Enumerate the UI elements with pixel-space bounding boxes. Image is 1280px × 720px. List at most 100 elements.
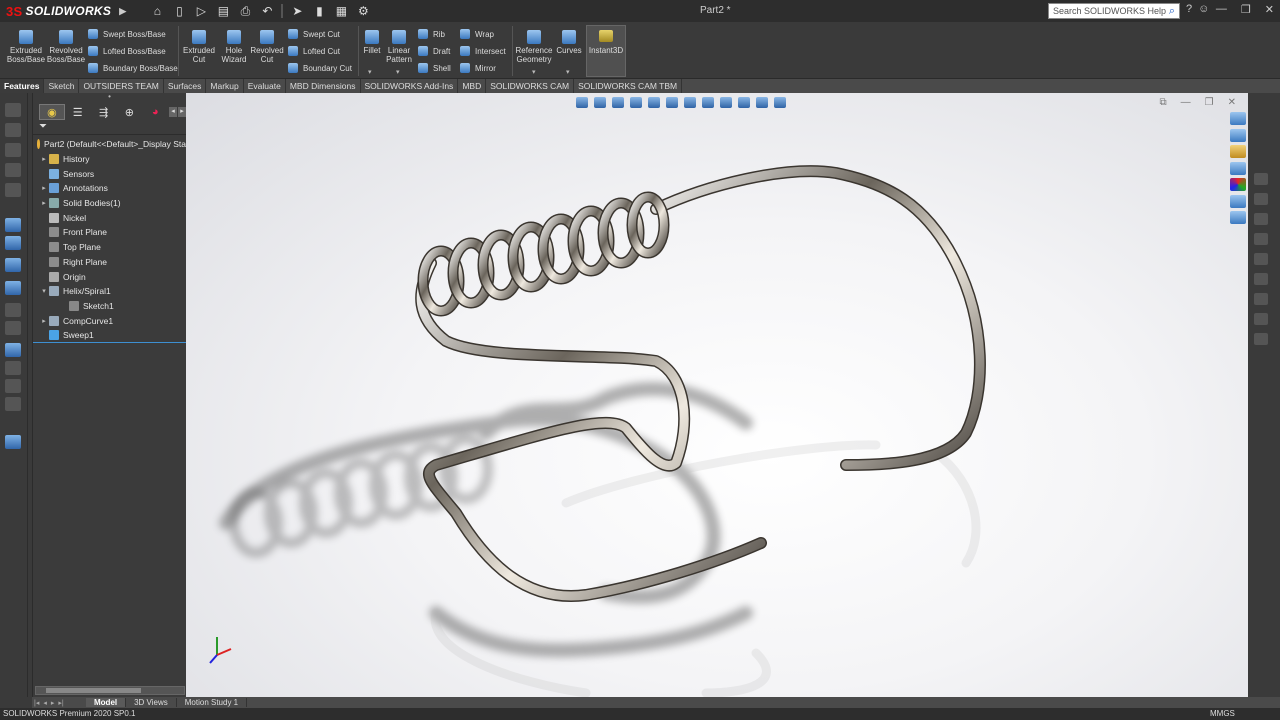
extruded-cut-button[interactable]: Extruded Cut xyxy=(182,30,216,64)
swept-cut-button[interactable]: Swept Cut xyxy=(288,29,340,39)
tree-item-top-plane[interactable]: Top Plane xyxy=(33,240,186,255)
tool-icon[interactable] xyxy=(5,321,21,335)
revolved-cut-button[interactable]: Revolved Cut xyxy=(250,30,284,64)
tree-item-origin[interactable]: Origin xyxy=(33,269,186,284)
save-icon[interactable]: ▤ xyxy=(212,4,234,18)
revolved-boss-button[interactable]: Revolved Boss/Base xyxy=(46,30,86,64)
display-manager-tab-icon[interactable]: ◕ xyxy=(142,104,168,120)
tool-icon[interactable] xyxy=(5,218,21,232)
tab-outsiders-team[interactable]: OUTSIDERS TEAM xyxy=(79,79,164,93)
swept-boss-button[interactable]: Swept Boss/Base xyxy=(88,29,166,39)
tab-surfaces[interactable]: Surfaces xyxy=(164,79,207,93)
tool-icon[interactable] xyxy=(5,183,21,197)
tool-icon[interactable] xyxy=(1254,193,1268,205)
tool-icon[interactable] xyxy=(1254,253,1268,265)
reference-geometry-button[interactable]: Reference Geometry xyxy=(514,30,554,64)
open-icon[interactable]: ▷ xyxy=(190,4,212,18)
boundary-boss-button[interactable]: Boundary Boss/Base xyxy=(88,63,178,73)
fillet-dropdown-icon[interactable]: ▾ xyxy=(368,68,372,76)
boundary-cut-button[interactable]: Boundary Cut xyxy=(288,63,352,73)
search-icon[interactable]: ⌕ xyxy=(1169,5,1175,18)
tool-icon[interactable] xyxy=(5,343,21,357)
tool-icon[interactable] xyxy=(5,163,21,177)
configuration-manager-tab-icon[interactable]: ⇶ xyxy=(91,104,117,120)
reference-dropdown-icon[interactable]: ▾ xyxy=(532,68,536,76)
curves-dropdown-icon[interactable]: ▾ xyxy=(566,68,570,76)
panel-grip-icon[interactable]: • xyxy=(33,93,186,103)
tool-icon[interactable] xyxy=(1254,273,1268,285)
tree-item-solid-bodies-1[interactable]: ▸ Solid Bodies(1) xyxy=(33,196,186,211)
tree-item-front-plane[interactable]: Front Plane xyxy=(33,225,186,240)
tool-icon[interactable] xyxy=(1254,213,1268,225)
linear-pattern-button[interactable]: Linear Pattern xyxy=(384,30,414,64)
expand-arrow-icon[interactable]: ▸ xyxy=(39,199,49,207)
tool-icon[interactable] xyxy=(5,258,21,272)
home-icon[interactable]: ⌂ xyxy=(146,4,168,18)
tool-icon[interactable] xyxy=(1254,313,1268,325)
next-tab-icon[interactable]: ▸ xyxy=(51,699,55,707)
select-icon[interactable]: ➤ xyxy=(286,4,308,18)
tool-icon[interactable] xyxy=(1254,233,1268,245)
tool-icon[interactable] xyxy=(5,361,21,375)
draft-button[interactable]: Draft xyxy=(418,46,450,56)
extruded-boss-button[interactable]: Extruded Boss/Base xyxy=(6,30,46,64)
tool-icon[interactable] xyxy=(1254,293,1268,305)
tab-sketch[interactable]: Sketch xyxy=(44,79,80,93)
close-icon[interactable]: ✕ xyxy=(1265,3,1274,16)
tab-motion-study[interactable]: Motion Study 1 xyxy=(177,698,248,707)
solidworks-resources-icon[interactable] xyxy=(1230,112,1246,125)
tool-icon[interactable] xyxy=(5,103,21,117)
feature-manager-tab-icon[interactable]: ◉ xyxy=(39,104,65,120)
filter-icon[interactable]: ⏷ xyxy=(33,121,186,135)
appearances-icon[interactable] xyxy=(1230,178,1246,191)
tree-item-helix-spiral1[interactable]: ▾ Helix/Spiral1 xyxy=(33,284,186,299)
curves-button[interactable]: Curves xyxy=(555,30,583,55)
undo-icon[interactable]: ↶ xyxy=(256,4,278,18)
spring-wire-model[interactable] xyxy=(186,93,1248,697)
tab-model[interactable]: Model xyxy=(86,698,127,707)
prev-tab-icon[interactable]: ◂ xyxy=(43,699,47,707)
tab-solidworks-cam[interactable]: SOLIDWORKS CAM xyxy=(486,79,575,93)
tab-markup[interactable]: Markup xyxy=(206,79,244,93)
instant3d-button[interactable]: Instant3D xyxy=(586,25,626,77)
file-explorer-icon[interactable] xyxy=(1230,145,1246,158)
view-palette-icon[interactable] xyxy=(1230,161,1246,175)
shell-button[interactable]: Shell xyxy=(418,63,451,73)
tree-item-sweep1[interactable]: Sweep1 xyxy=(33,328,186,343)
tool-icon[interactable] xyxy=(1254,173,1268,185)
tree-item-compcurve1[interactable]: ▸ CompCurve1 xyxy=(33,313,186,328)
expand-arrow-icon[interactable]: ▸ xyxy=(39,317,49,325)
wrap-button[interactable]: Wrap xyxy=(460,29,494,39)
user-icon[interactable]: ☺ xyxy=(1198,3,1209,15)
tab-3d-views[interactable]: 3D Views xyxy=(126,698,177,707)
expand-arrow-icon[interactable]: ▸ xyxy=(39,184,49,192)
graphics-area[interactable]: ⧉ — ❐ ✕ xyxy=(186,93,1248,697)
help-question-icon[interactable]: ? xyxy=(1186,3,1192,15)
rib-button[interactable]: Rib xyxy=(418,29,445,39)
expand-arrow-icon[interactable]: ▸ xyxy=(39,155,49,163)
tool-icon[interactable] xyxy=(5,123,21,137)
restore-icon[interactable]: ❐ xyxy=(1241,3,1251,16)
solidworks-logo[interactable]: 3S SOLIDWORKS ▶ xyxy=(0,0,133,22)
tab-features[interactable]: Features xyxy=(0,79,45,93)
tool-icon[interactable] xyxy=(5,435,21,449)
tree-item-sensors[interactable]: Sensors xyxy=(33,166,186,181)
mirror-button[interactable]: Mirror xyxy=(460,63,496,73)
last-tab-icon[interactable]: ▸| xyxy=(58,699,63,707)
intersect-button[interactable]: Intersect xyxy=(460,46,506,56)
expand-arrow-icon[interactable]: ▾ xyxy=(39,287,49,295)
tool-icon[interactable] xyxy=(5,303,21,317)
minimize-icon[interactable]: — xyxy=(1216,3,1227,16)
tab-evaluate[interactable]: Evaluate xyxy=(244,79,286,93)
file-properties-icon[interactable]: ▦ xyxy=(330,4,352,18)
tree-item-history[interactable]: ▸ History xyxy=(33,152,186,167)
fillet-button[interactable]: Fillet xyxy=(360,30,384,55)
tree-item-annotations[interactable]: ▸ Annotations xyxy=(33,181,186,196)
tool-icon[interactable] xyxy=(5,236,21,250)
custom-properties-icon[interactable] xyxy=(1230,194,1246,208)
traffic-light-icon[interactable]: ▮ xyxy=(308,4,330,18)
hole-wizard-button[interactable]: Hole Wizard xyxy=(218,30,250,64)
dimxpert-tab-icon[interactable]: ⊕ xyxy=(116,104,142,120)
panel-horizontal-scrollbar[interactable] xyxy=(35,686,185,695)
tree-root[interactable]: Part2 (Default<<Default>_Display Sta xyxy=(33,137,186,152)
